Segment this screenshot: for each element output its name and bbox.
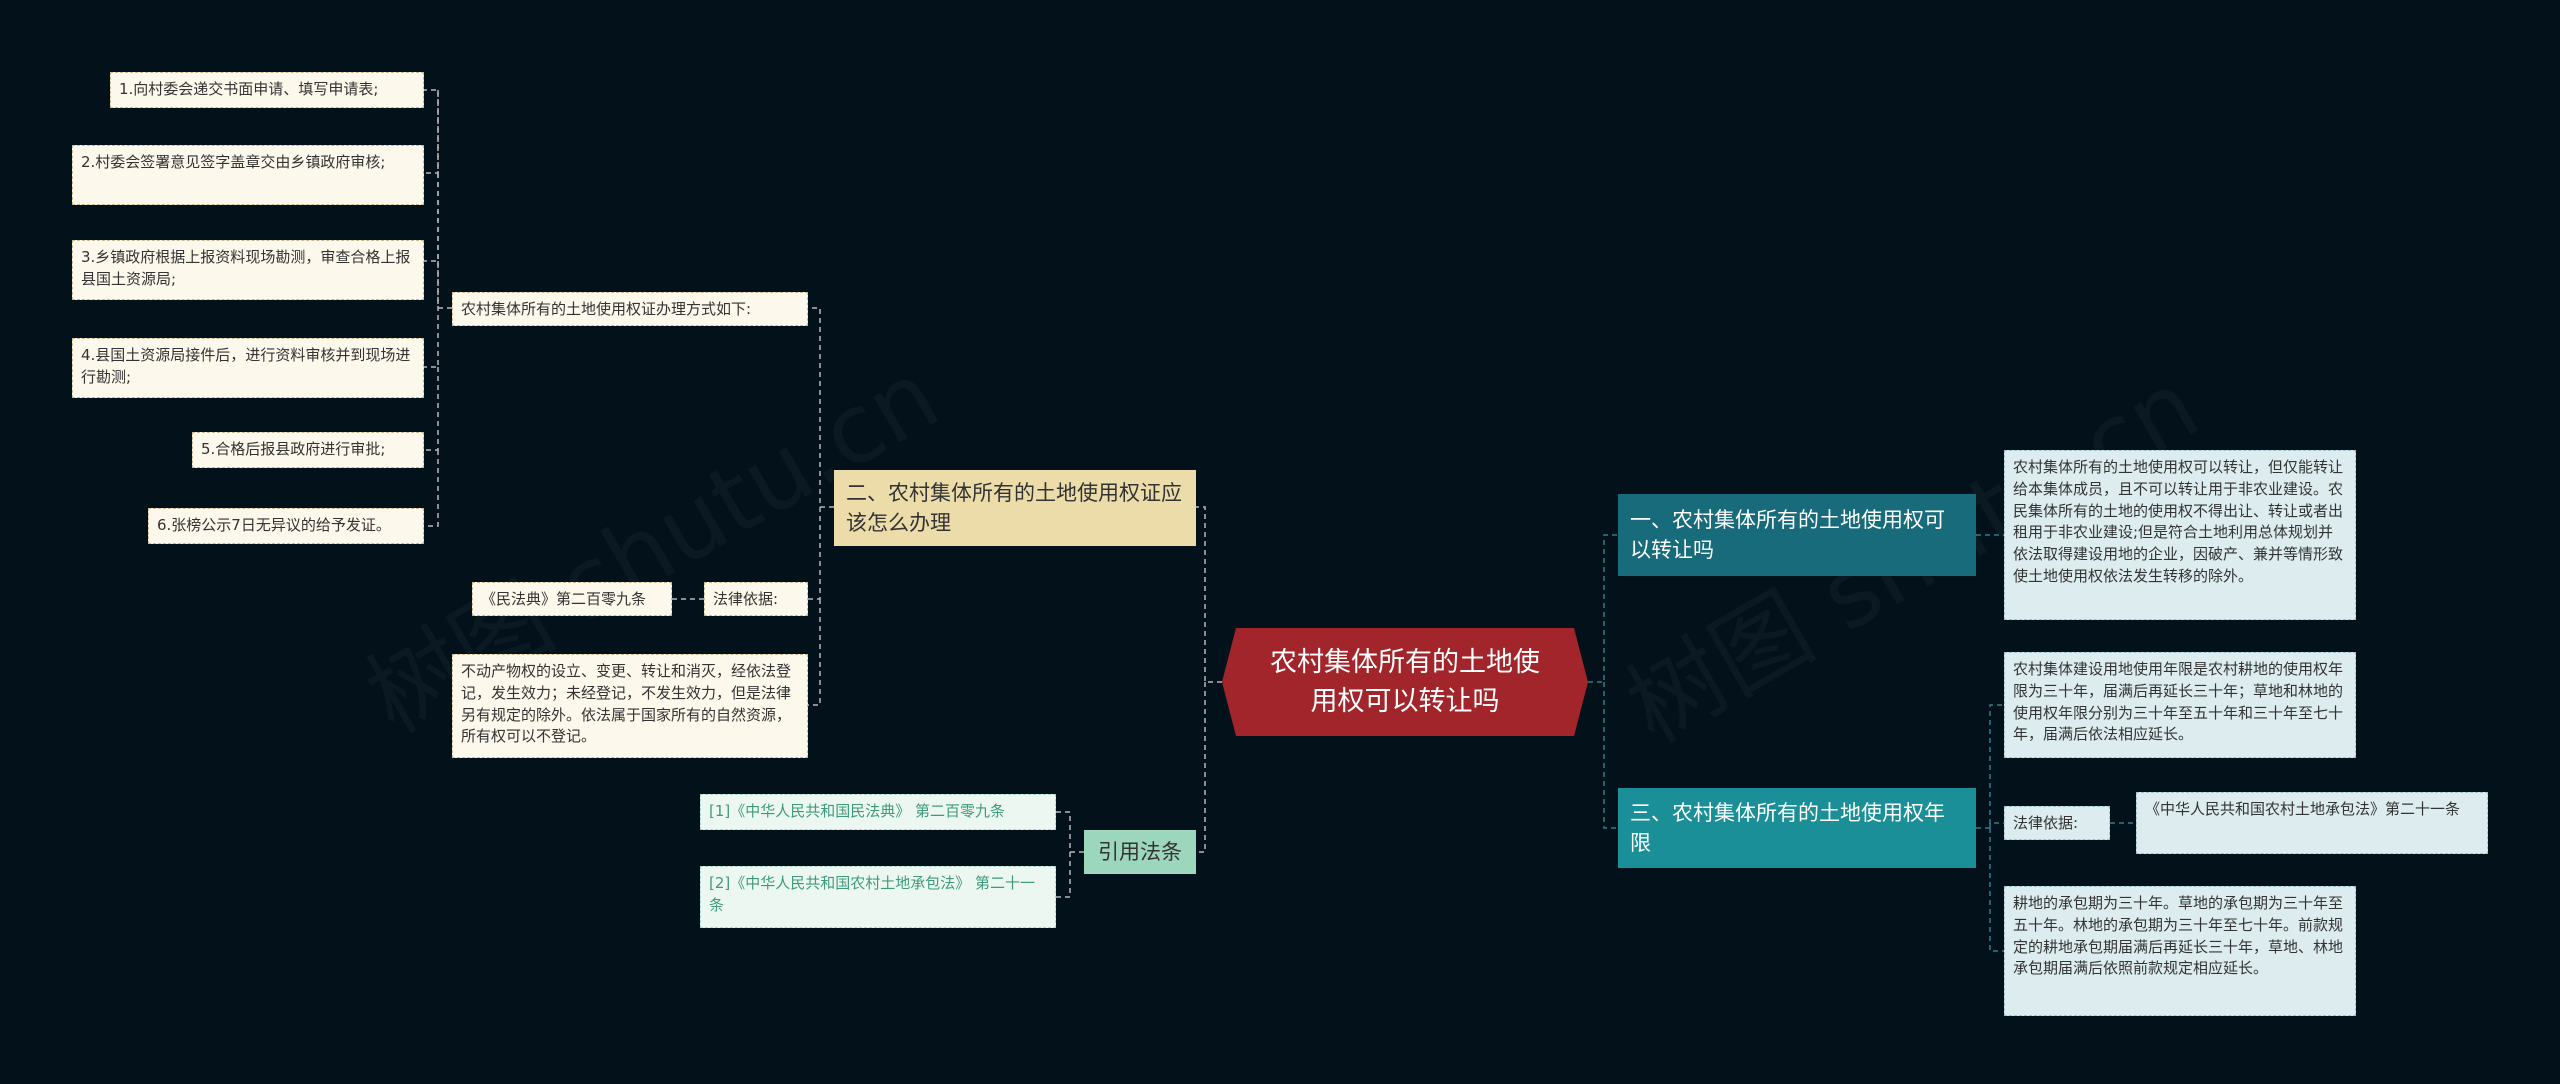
connector-center-branch-c [1603,682,1618,829]
legal-basis-source[interactable]: 《民法典》第二百零九条 [472,582,672,616]
connector-center-branch-b [1196,506,1222,683]
term-legal-source[interactable]: 《中华人民共和国农村土地承包法》第二十一条 [2136,792,2488,854]
term-legal-label[interactable]: 法律依据: [2004,806,2110,840]
legal-text[interactable]: 不动产物权的设立、变更、转让和消灭，经依法登记，发生效力；未经登记，不发生效力，… [452,654,808,758]
step-item[interactable]: 6.张榜公示7日无异议的给予发证。 [148,508,424,544]
term-explanation[interactable]: 农村集体建设用地使用年限是农村耕地的使用权年限为三十年，届满后再延长三十年；草地… [2004,652,2356,758]
branch-term-limit[interactable]: 三、农村集体所有的土地使用权年限 [1618,788,1976,868]
branch-citations[interactable]: 引用法条 [1084,830,1196,874]
citation-item[interactable]: [1]《中华人民共和国民法典》 第二百零九条 [700,794,1056,830]
citation-item[interactable]: [2]《中华人民共和国农村土地承包法》 第二十一条 [700,866,1056,928]
branch-how-to-apply[interactable]: 二、农村集体所有的土地使用权证应该怎么办理 [834,470,1196,546]
connector-branch-b-text [808,599,821,706]
central-topic[interactable]: 农村集体所有的土地使用权可以转让吗 [1222,628,1588,736]
transfer-explanation[interactable]: 农村集体所有的土地使用权可以转让，但仅能转让给本集体成员，且不可以转让用于非农业… [2004,450,2356,620]
step-item[interactable]: 4.县国土资源局接件后，进行资料审核并到现场进行勘测; [72,338,424,398]
step-item[interactable]: 3.乡镇政府根据上报资料现场勘测，审查合格上报县国土资源局; [72,240,424,300]
step-item[interactable]: 1.向村委会递交书面申请、填写申请表; [110,72,424,108]
procedure-label[interactable]: 农村集体所有的土地使用权证办理方式如下: [452,292,808,326]
branch-can-transfer[interactable]: 一、农村集体所有的土地使用权可以转让吗 [1618,494,1976,576]
contract-term-text[interactable]: 耕地的承包期为三十年。草地的承包期为三十年至五十年。林地的承包期为三十年至七十年… [2004,886,2356,1016]
connector-center-citations [1196,682,1206,853]
legal-basis-label[interactable]: 法律依据: [704,582,808,616]
step-item[interactable]: 2.村委会签署意见签字盖章交由乡镇政府审核; [72,145,424,205]
step-item[interactable]: 5.合格后报县政府进行审批; [192,432,424,468]
